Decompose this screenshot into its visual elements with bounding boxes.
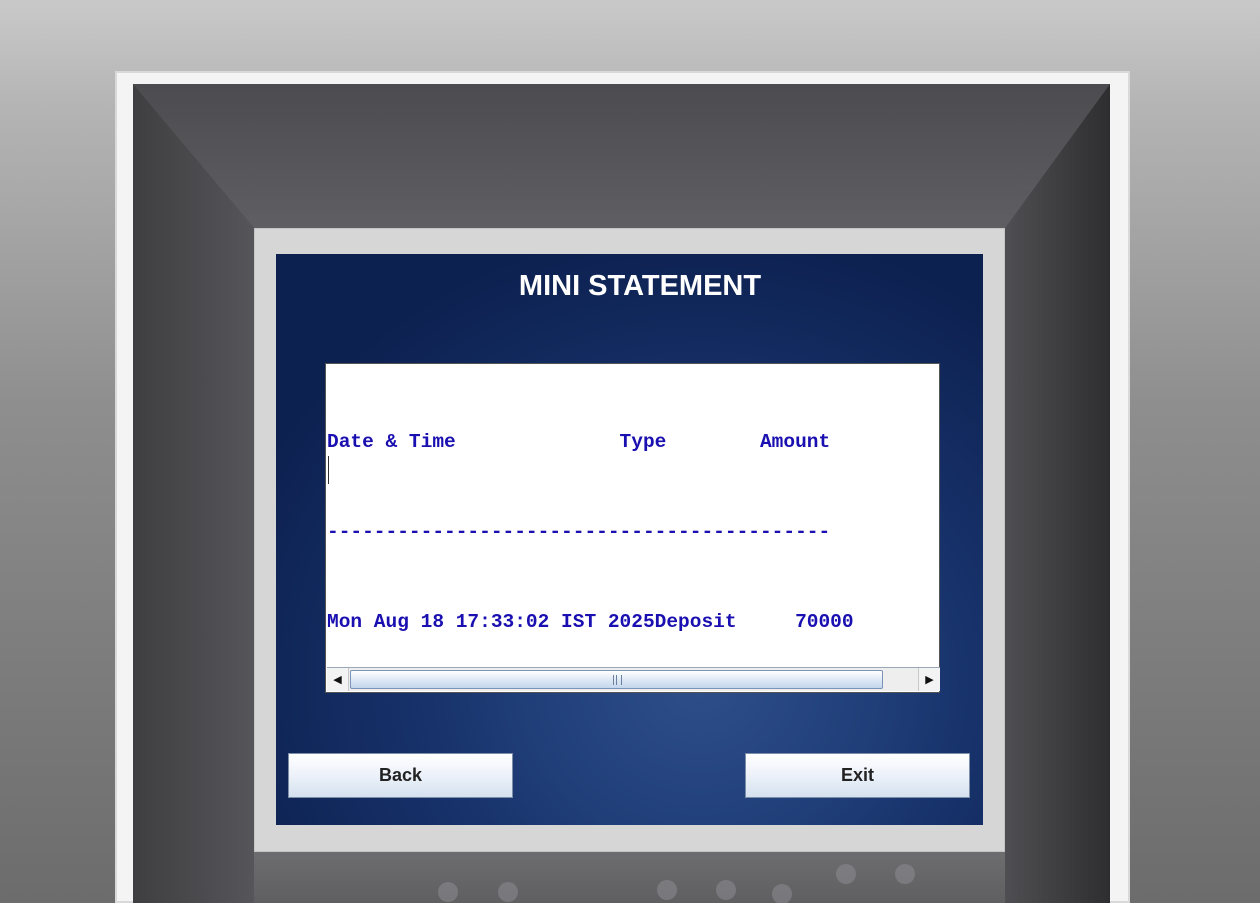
page-title: MINI STATEMENT [518, 270, 762, 302]
statement-content[interactable]: Date & Time Type Amount ----------------… [327, 364, 940, 666]
statement-row: Mon Aug 18 17:33:02 IST 2025Deposit 7000… [327, 611, 854, 633]
keypad-key [438, 882, 458, 902]
keypad-key [498, 882, 518, 902]
exit-button[interactable]: Exit [745, 753, 970, 798]
keypad-key [716, 880, 736, 900]
keypad-key [772, 884, 792, 903]
atm-top-panel [133, 84, 1110, 228]
keypad-key [836, 864, 856, 884]
back-button[interactable]: Back [288, 753, 513, 798]
horizontal-scrollbar[interactable]: ◀ ▶ [327, 667, 940, 691]
keypad-key [895, 864, 915, 884]
keypad-key [657, 880, 677, 900]
scroll-left-button[interactable]: ◀ [327, 668, 349, 691]
grip-icon [613, 675, 622, 685]
atm-right-panel [1005, 84, 1110, 903]
statement-text-area[interactable]: Date & Time Type Amount ----------------… [325, 363, 940, 693]
scrollbar-thumb[interactable] [350, 670, 883, 689]
atm-left-panel [133, 84, 254, 903]
statement-divider: ----------------------------------------… [327, 521, 831, 543]
text-caret [328, 456, 329, 484]
arrow-right-icon: ▶ [925, 674, 934, 686]
arrow-left-icon: ◀ [333, 674, 342, 686]
statement-header-row: Date & Time Type Amount [327, 431, 831, 453]
scroll-right-button[interactable]: ▶ [918, 668, 940, 691]
keypad-area [254, 852, 1005, 903]
